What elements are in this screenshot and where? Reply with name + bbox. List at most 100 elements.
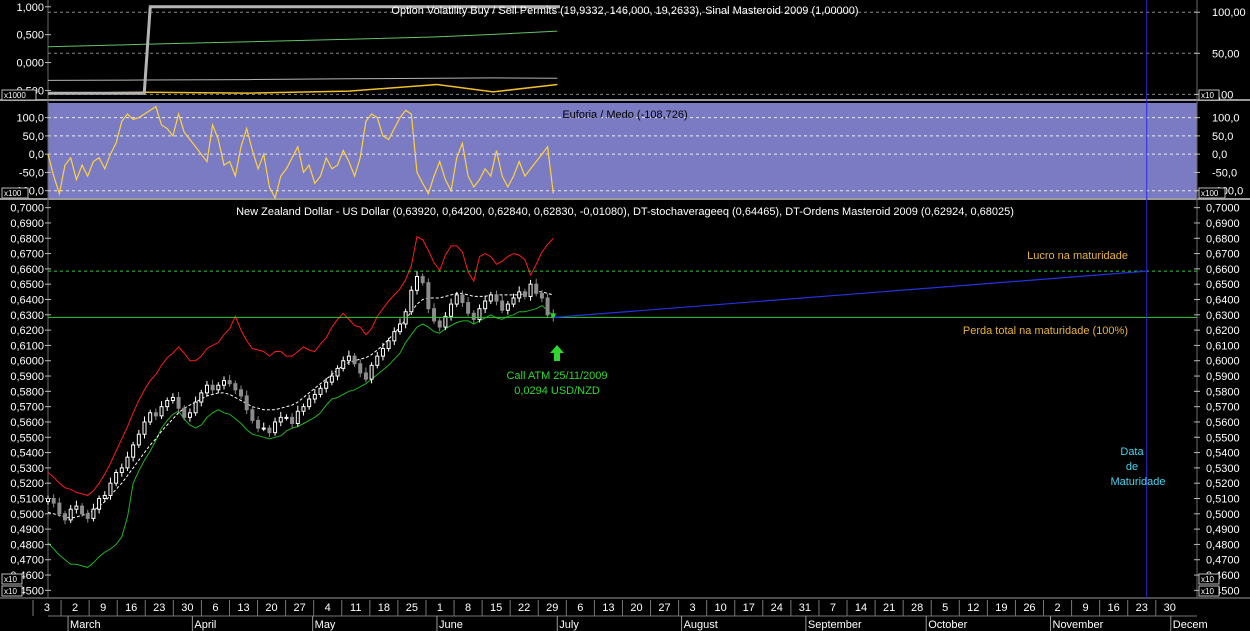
candle-body [74,505,79,510]
top-right-tick: 100,00 [1212,7,1246,19]
candle-body [204,384,209,394]
candle-body [239,389,244,397]
x-day-label: 13 [237,602,249,614]
main-right-tick: 0,5300 [1206,463,1240,475]
candle-body [80,505,85,515]
candle-body [318,387,323,395]
candle-body [415,276,420,291]
x-day-label: 2 [72,602,78,614]
x-month-label: Decem [1173,619,1208,631]
top-scale-badge-left: x1000 [4,91,26,100]
candle-body [505,303,510,311]
candle-body [142,421,147,435]
candle-body [341,360,346,369]
main-left-tick: 0,6000 [10,356,44,368]
main-right-tick: 0,7000 [1206,203,1240,215]
x-month-label: May [315,619,336,631]
x-day-label: 28 [911,602,923,614]
main-panel-title: New Zealand Dollar - US Dollar (0,63920,… [236,206,1014,218]
x-day-label: 23 [1136,602,1148,614]
main-right-tick: 0,6000 [1206,356,1240,368]
main-left-tick: 0,6900 [10,218,44,230]
x-day-label: 16 [1108,602,1120,614]
candle-body [57,502,62,515]
euforia-panel-title: Euforia / Medo (-108,726) [562,109,687,121]
candle-body [108,482,113,496]
candle-body [500,300,505,311]
x-day-label: 23 [153,602,165,614]
candle-body [136,433,141,446]
candle-body [352,355,357,365]
main-right-tick: 0,6800 [1206,233,1240,245]
candle-body [256,419,261,429]
x-month-label: March [70,619,101,631]
x-day-label: 11 [350,602,361,614]
x-day-label: 21 [883,602,895,614]
main-left-tick: 0,5500 [10,432,44,444]
candle-body [153,412,158,417]
main-right-tick: 0,4900 [1206,524,1240,536]
x-day-label: 6 [212,602,218,614]
candle-body [454,294,459,305]
x-day-label: 17 [743,602,755,614]
candle-body [335,367,340,377]
main-right-tick: 0,6400 [1206,295,1240,307]
main-left-tick: 0,6700 [10,249,44,261]
candle-body [148,412,153,423]
x-day-label: 5 [942,602,948,614]
candle-body [386,340,391,349]
candle-body [199,392,204,403]
main-scale-badge-right-2: x10 [1201,587,1214,596]
euforia-left-tick: -50,0 [19,167,44,179]
main-left-tick: 0,4700 [10,555,44,567]
candle-body [244,395,249,411]
call-annotation-line2: 0,0294 USD/NZD [514,385,600,397]
main-scale-badge-left-2: x10 [4,587,17,596]
candle-body [358,363,363,374]
candle-body [193,401,198,414]
main-right-tick: 0,5200 [1206,478,1240,490]
top-left-tick: 0,000 [16,58,44,70]
x-day-label: 20 [630,602,642,614]
main-left-tick: 0,6500 [10,279,44,291]
x-day-label: 27 [293,602,305,614]
x-day-label: 13 [602,602,614,614]
candle-body [449,303,454,317]
lucro-annotation: Lucro na maturidade [1027,250,1128,262]
main-right-tick: 0,5400 [1206,448,1240,460]
x-month-label: June [439,619,463,631]
candle-body [483,300,488,310]
x-day-label: 19 [995,602,1007,614]
candle-body [114,471,119,484]
x-day-label: 29 [546,602,558,614]
x-month-label: August [684,619,718,631]
candle-body [375,355,380,366]
main-left-tick: 0,5900 [10,371,44,383]
perda-annotation: Perda total na maturidade (100%) [963,325,1128,337]
x-day-label: 6 [577,602,583,614]
candle-body [307,398,312,408]
maturity-annotation-line1: Data [1120,446,1144,458]
candle-body [210,384,215,391]
candle-body [165,400,170,408]
euforia-left-tick: 0,0 [29,149,44,161]
candle-body [397,323,402,333]
main-left-tick: 0,7000 [10,203,44,215]
candle-body [85,513,90,519]
candle-body [91,508,96,519]
candle-body [51,498,56,504]
maturity-annotation-line2: de [1126,461,1138,473]
candle-body [517,291,522,299]
x-day-label: 18 [378,602,390,614]
euforia-left-tick: 50,0 [23,131,44,143]
main-left-tick: 0,5600 [10,417,44,429]
main-left-tick: 0,5800 [10,386,44,398]
top-scale-badge-right: x10 [1201,91,1214,100]
candle-body [301,406,306,412]
candle-body [187,412,192,418]
x-day-label: 30 [181,602,193,614]
x-day-label: 3 [690,602,696,614]
main-right-tick: 0,6100 [1206,340,1240,352]
maturity-annotation-line3: Maturidade [1110,476,1165,488]
x-day-label: 9 [100,602,106,614]
